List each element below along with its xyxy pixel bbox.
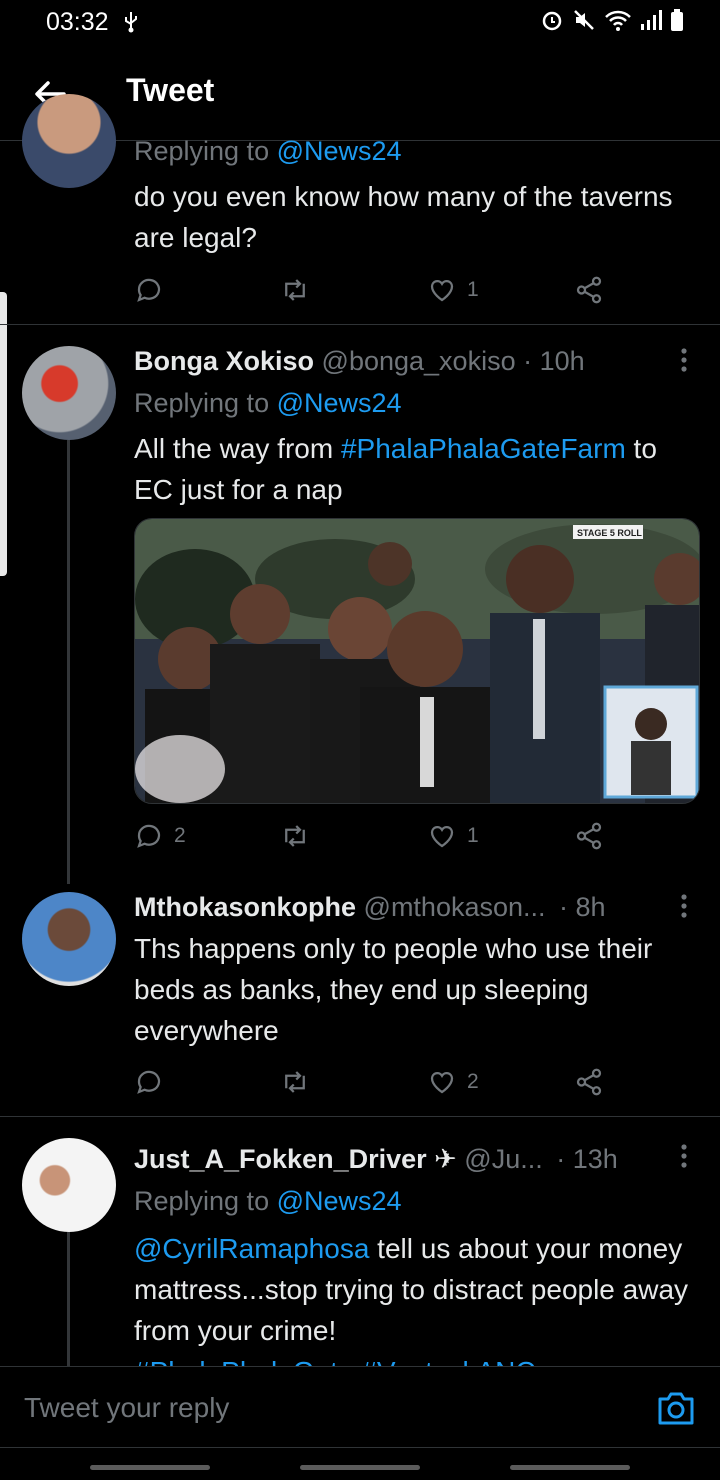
more-icon[interactable]	[676, 346, 692, 376]
like-button[interactable]: 2	[427, 1062, 479, 1102]
divider	[0, 324, 720, 325]
signal-icon	[641, 10, 662, 30]
thread-line	[67, 440, 70, 884]
thread-line	[67, 1232, 70, 1366]
nav-back-button[interactable]	[510, 1465, 630, 1470]
tweet-actions: 1	[134, 270, 614, 310]
tweet-actions: 2 1	[134, 816, 614, 856]
airplane-icon: ✈	[434, 1144, 457, 1174]
photo-content: STAGE 5 ROLL	[135, 519, 699, 803]
avatar[interactable]	[22, 892, 116, 986]
nav-recents-button[interactable]	[90, 1465, 210, 1470]
tweet-text: do you even know how many of the taverns…	[134, 181, 673, 253]
reply-icon	[137, 1070, 161, 1094]
retweet-button[interactable]	[280, 1062, 320, 1102]
retweet-button[interactable]	[280, 816, 320, 856]
edge-panel-handle[interactable]	[0, 292, 7, 576]
avatar[interactable]	[22, 1138, 116, 1232]
tweet-header: Just_A_Fokken_Driver ✈ @Ju... · 13h	[134, 1144, 618, 1175]
more-icon[interactable]	[676, 892, 692, 922]
usb-icon	[125, 12, 137, 33]
reply-input[interactable]	[22, 1391, 586, 1425]
share-icon	[576, 276, 602, 304]
divider	[0, 1116, 720, 1117]
replying-to: Replying to @News24	[134, 136, 402, 166]
status-icons	[540, 8, 684, 32]
reply-button[interactable]	[134, 1062, 174, 1102]
battery-icon	[671, 9, 683, 31]
retweet-icon	[285, 279, 305, 301]
display-name[interactable]: Bonga Xokiso	[134, 346, 314, 376]
tweet-text: Ths happens only to people who use their…	[134, 933, 653, 1046]
share-button[interactable]	[574, 816, 604, 856]
timestamp: · 8h	[559, 892, 606, 922]
photo-caption: STAGE 5 ROLL	[577, 528, 642, 538]
mute-icon	[574, 10, 594, 30]
reply-button[interactable]	[134, 270, 174, 310]
heart-icon	[430, 279, 454, 302]
status-time: 03:32	[46, 8, 109, 36]
like-button[interactable]: 1	[427, 816, 479, 856]
tweet-text: All the way from #PhalaPhalaGateFarm to …	[134, 433, 657, 505]
hashtag-link[interactable]: #PhalaPhalaGateFarm	[341, 433, 626, 464]
avatar[interactable]	[22, 94, 116, 188]
share-button[interactable]	[574, 1062, 604, 1102]
camera-icon[interactable]	[656, 1389, 696, 1427]
reply-button[interactable]: 2	[134, 816, 186, 856]
username[interactable]: @Ju...	[464, 1144, 542, 1174]
like-button[interactable]: 1	[427, 270, 479, 310]
mention-link[interactable]: @News24	[277, 1186, 402, 1216]
tweet-header: Bonga Xokiso @bonga_xokiso · 10h	[134, 346, 585, 377]
reply-composer	[0, 1366, 720, 1448]
share-button[interactable]	[574, 270, 604, 310]
tweet-header: Mthokasonkophe @mthokason... · 8h	[134, 892, 606, 923]
display-name[interactable]: Mthokasonkophe	[134, 892, 356, 922]
avatar[interactable]	[22, 346, 116, 440]
tweet-actions: 2	[134, 1062, 614, 1102]
share-icon	[576, 822, 602, 850]
more-icon[interactable]	[676, 1142, 692, 1172]
alarm-icon	[542, 11, 562, 31]
mention-link[interactable]: @CyrilRamaphosa	[134, 1233, 369, 1264]
timestamp: · 13h	[556, 1144, 618, 1174]
reply-icon	[137, 278, 161, 302]
retweet-icon	[285, 825, 305, 847]
status-bar: 03:32	[0, 0, 720, 44]
timestamp: · 10h	[523, 346, 585, 376]
retweet-icon	[285, 1071, 305, 1093]
wifi-icon	[605, 10, 631, 31]
mention-link[interactable]: @News24	[277, 388, 402, 418]
replying-to: Replying to @News24	[134, 388, 402, 418]
username[interactable]: @bonga_xokiso	[322, 346, 516, 376]
mention-link[interactable]: @News24	[277, 136, 402, 166]
retweet-button[interactable]	[280, 270, 320, 310]
replying-to: Replying to @News24	[134, 1186, 402, 1216]
share-icon	[576, 1068, 602, 1096]
tweet-photo[interactable]: STAGE 5 ROLL	[134, 518, 700, 804]
reply-icon	[137, 824, 161, 848]
username[interactable]: @mthokason...	[364, 892, 546, 922]
heart-icon	[430, 825, 454, 848]
heart-icon	[430, 1071, 454, 1094]
page-title: Tweet	[126, 72, 215, 108]
nav-home-button[interactable]	[300, 1465, 420, 1470]
display-name[interactable]: Just_A_Fokken_Driver	[134, 1144, 427, 1174]
